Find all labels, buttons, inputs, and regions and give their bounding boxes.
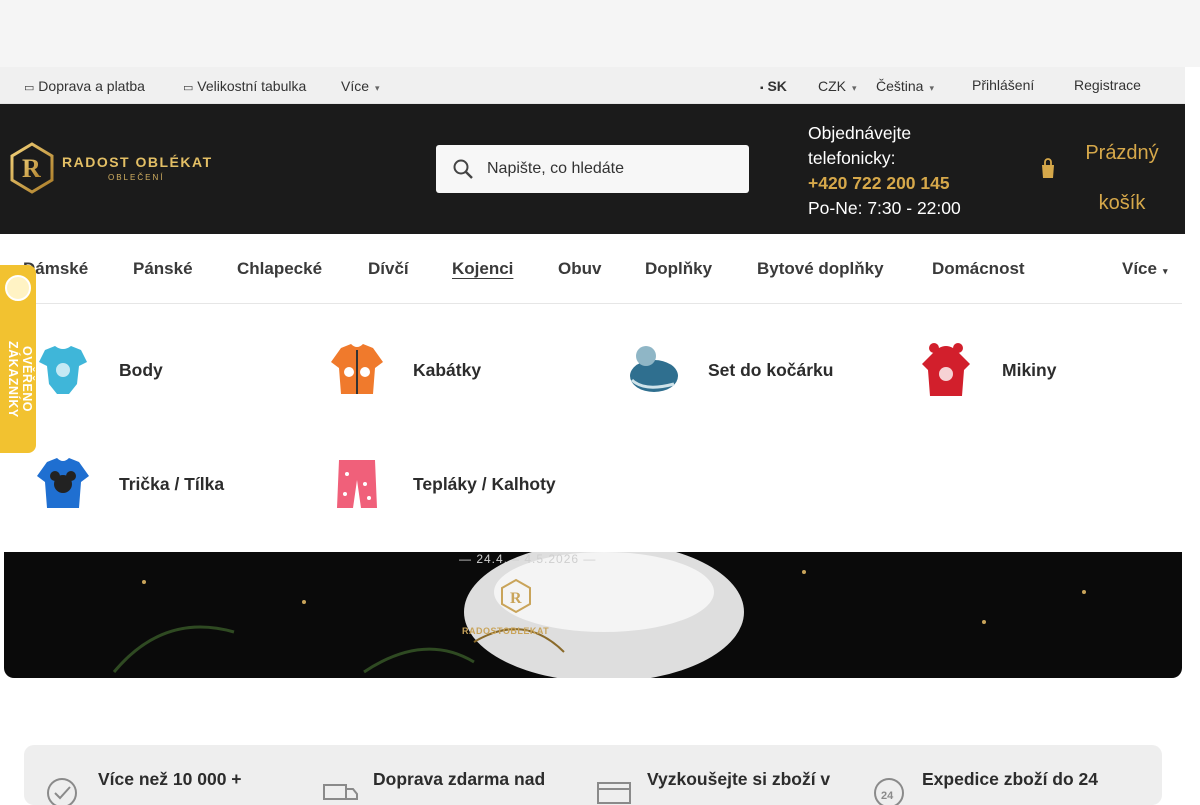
logo-subtext: OBLEČENÍ bbox=[108, 173, 165, 182]
chevron-down-icon: ▾ bbox=[852, 83, 857, 93]
category-set-do-kocarku[interactable]: Set do kočárku bbox=[624, 340, 874, 400]
nav-more-menu[interactable]: Více ▾ bbox=[1122, 259, 1168, 279]
logo-text: RADOST OBLÉKAT bbox=[62, 154, 213, 170]
main-navigation: Dámské Pánské Chlapecké Dívčí Kojenci Ob… bbox=[4, 234, 1182, 304]
svg-text:24: 24 bbox=[881, 790, 894, 802]
phone-number-link[interactable]: +420 722 200 145 bbox=[808, 171, 961, 196]
register-link[interactable]: Registrace bbox=[1074, 77, 1141, 93]
nav-item-domacnost[interactable]: Domácnost bbox=[932, 259, 1025, 279]
more-menu-top[interactable]: Více ▾ bbox=[341, 78, 380, 94]
category-label: Body bbox=[119, 360, 163, 380]
store-icon bbox=[597, 782, 631, 804]
check-badge-icon bbox=[47, 778, 77, 805]
tshirt-icon bbox=[37, 458, 89, 508]
top-utility-bar: ▭ Doprava a platba ▭ Velikostní tabulka … bbox=[0, 67, 1185, 104]
chevron-down-icon: ▾ bbox=[375, 83, 380, 93]
login-link[interactable]: Přihlášení bbox=[972, 77, 1034, 93]
category-label: Set do kočárku bbox=[708, 360, 834, 380]
flag-icon: ▪ bbox=[760, 83, 764, 94]
nav-item-kojenci[interactable]: Kojenci bbox=[452, 259, 513, 279]
search-input[interactable]: Napište, co hledáte bbox=[487, 160, 624, 178]
cart-button[interactable]: Prázdný košík bbox=[1070, 128, 1174, 228]
search-icon[interactable] bbox=[452, 158, 474, 180]
bodysuit-icon bbox=[39, 346, 87, 394]
chevron-down-icon: ▾ bbox=[1162, 266, 1168, 276]
top-blank-area bbox=[0, 0, 1200, 67]
nav-item-divci[interactable]: Dívčí bbox=[368, 259, 409, 279]
category-label: Kabátky bbox=[413, 360, 482, 380]
currency-label: CZK bbox=[818, 78, 846, 94]
cart-label-line1: Prázdný bbox=[1085, 142, 1159, 164]
contact-label-line1: Objednávejte bbox=[808, 123, 912, 143]
category-body[interactable]: Body bbox=[35, 340, 285, 400]
language-select[interactable]: Čeština ▾ bbox=[876, 78, 934, 94]
search-box[interactable]: Napište, co hledáte bbox=[436, 145, 749, 193]
nav-item-bytove-doplnky[interactable]: Bytové doplňky bbox=[757, 259, 884, 279]
mega-menu-kojenci: Body Kabátky Set do kočárku Mikiny Tričk… bbox=[4, 304, 1182, 552]
badge-text: OVĚŘENO ZÁKAZNÍKY bbox=[6, 340, 34, 418]
svg-text:R: R bbox=[510, 590, 522, 607]
country-label: SK bbox=[767, 78, 787, 94]
opening-hours: Po-Ne: 7:30 - 22:00 bbox=[808, 198, 961, 218]
feature-customers: Více než 10 000 + bbox=[98, 769, 242, 789]
chevron-down-icon: ▾ bbox=[929, 83, 934, 93]
delivery-truck-icon bbox=[323, 784, 358, 800]
nav-more-label: Více bbox=[1122, 259, 1157, 278]
pants-icon bbox=[337, 460, 377, 508]
cart-label-line2: košík bbox=[1098, 192, 1146, 214]
size-table-link[interactable]: ▭ Velikostní tabulka bbox=[183, 78, 306, 94]
category-kabatky[interactable]: Kabátky bbox=[329, 340, 579, 400]
site-logo[interactable]: R RADOST OBLÉKAT OBLEČENÍ bbox=[10, 142, 215, 194]
language-label: Čeština bbox=[876, 78, 924, 94]
size-table-label: Velikostní tabulka bbox=[197, 78, 307, 94]
feature-free-shipping: Doprava zdarma nad bbox=[373, 769, 546, 789]
currency-select[interactable]: CZK ▾ bbox=[818, 78, 857, 94]
clock-24-icon: 24 bbox=[874, 778, 904, 805]
ruler-icon: ▭ bbox=[183, 82, 194, 94]
feature-dispatch-24h: Expedice zboží do 24 bbox=[922, 769, 1099, 789]
feature-try-in-store: Vyzkoušejte si zboží v bbox=[647, 769, 831, 789]
site-header: R RADOST OBLÉKAT OBLEČENÍ Napište, co hl… bbox=[0, 104, 1185, 234]
jacket-icon bbox=[331, 344, 383, 394]
shipping-label: Doprava a platba bbox=[38, 78, 145, 94]
category-label: Mikiny bbox=[1002, 360, 1057, 380]
contact-label-line2: telefonicky: bbox=[808, 148, 896, 168]
nav-item-obuv[interactable]: Obuv bbox=[558, 259, 601, 279]
category-label: Trička / Tílka bbox=[119, 474, 225, 494]
truck-icon: ▭ bbox=[24, 82, 35, 94]
category-tricka-tilka[interactable]: Trička / Tílka bbox=[35, 454, 285, 514]
nav-item-doplnky[interactable]: Doplňky bbox=[645, 259, 712, 279]
category-mikiny[interactable]: Mikiny bbox=[918, 340, 1168, 400]
cart-icon[interactable] bbox=[1038, 158, 1058, 180]
stroller-set-icon bbox=[630, 346, 678, 392]
banner-brand: RADOSTOBLEKAT bbox=[462, 626, 550, 636]
promo-banner[interactable]: R — 24.4. – 4.5.2026 — RADOSTOBLEKAT bbox=[4, 552, 1182, 678]
nav-item-panske[interactable]: Pánské bbox=[133, 259, 193, 279]
country-switch[interactable]: ▪ SK bbox=[760, 78, 787, 94]
banner-date: — 24.4. – 4.5.2026 — bbox=[459, 552, 597, 566]
category-teplaky-kalhoty[interactable]: Tepláky / Kalhoty bbox=[329, 454, 599, 514]
banner-artwork: R bbox=[112, 552, 1086, 678]
category-label: Tepláky / Kalhoty bbox=[413, 474, 556, 494]
features-strip: Více než 10 000 + Doprava zdarma nad Vyz… bbox=[24, 745, 1162, 805]
svg-text:R: R bbox=[22, 154, 41, 183]
seal-icon bbox=[5, 275, 31, 301]
hoodie-icon bbox=[922, 343, 970, 396]
verified-customers-badge[interactable]: OVĚŘENO ZÁKAZNÍKY bbox=[0, 265, 36, 453]
more-label: Více bbox=[341, 78, 370, 94]
shipping-link[interactable]: ▭ Doprava a platba bbox=[24, 78, 145, 94]
nav-item-chlapecke[interactable]: Chlapecké bbox=[237, 259, 322, 279]
phone-contact: Objednávejte telefonicky: +420 722 200 1… bbox=[808, 121, 961, 221]
